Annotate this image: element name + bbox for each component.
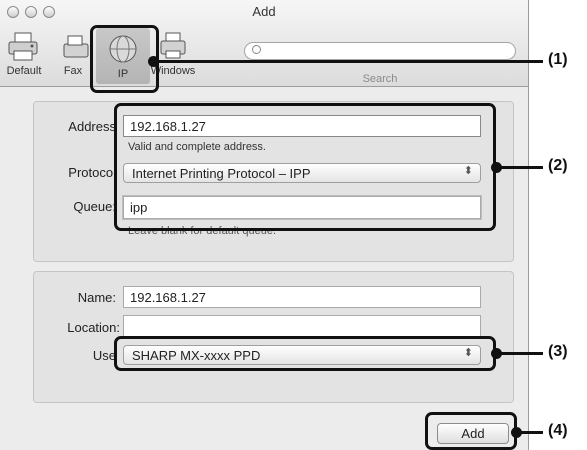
address-label: Address: [68, 119, 116, 134]
name-label: Name:: [77, 290, 116, 305]
callout-label-2: (2): [548, 157, 568, 174]
location-label: Location:: [67, 320, 120, 335]
window-title: Add: [252, 4, 276, 19]
callout-label-4: (4): [548, 422, 568, 439]
callout-line-1: [153, 60, 543, 63]
callout-line-3: [496, 352, 543, 355]
callout-box-3: [114, 336, 496, 371]
search-label: Search: [362, 73, 398, 85]
callout-box-2: [114, 103, 496, 231]
callout-label-3: (3): [548, 343, 568, 360]
search-field[interactable]: [244, 42, 516, 60]
protocol-label: Protocol: [68, 165, 116, 180]
toolbar-item-fax[interactable]: Fax: [58, 31, 89, 77]
printer-icon: [8, 32, 38, 61]
toolbar-label-default: Default: [6, 65, 42, 77]
callout-line-2: [496, 166, 543, 169]
search-icon: [252, 45, 261, 54]
location-input[interactable]: [123, 315, 481, 337]
queue-label: Queue:: [73, 199, 116, 214]
toolbar-label-fax: Fax: [63, 65, 83, 77]
use-label: Use: [92, 348, 116, 363]
callout-line-4: [516, 431, 543, 434]
callout-label-1: (1): [548, 51, 568, 68]
windows-printer-icon: [160, 32, 186, 59]
name-input[interactable]: [123, 286, 481, 308]
toolbar: Add Default Fax IP Windows Search: [0, 0, 528, 87]
fax-icon: [63, 35, 89, 58]
toolbar-item-default[interactable]: Default: [4, 31, 44, 77]
callout-box-4: [425, 412, 517, 450]
